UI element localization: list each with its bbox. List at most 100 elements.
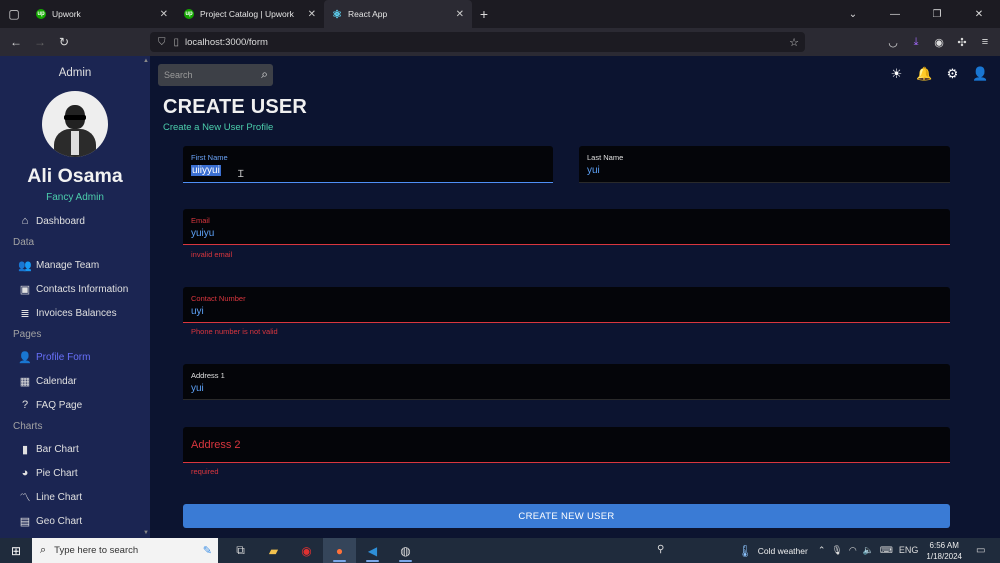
address1-value[interactable]: yui (191, 383, 204, 394)
keyboard-icon[interactable]: ⌨ (880, 545, 893, 556)
download-icon[interactable]: ⤓ (909, 36, 923, 49)
scroll-down-icon[interactable]: ▼ (143, 530, 149, 536)
notification-center-icon[interactable]: ▭ (976, 545, 994, 556)
sidebar-item-invoices-balances[interactable]: ≣ Invoices Balances (0, 301, 150, 325)
text-cursor-icon: Ɪ (238, 169, 244, 180)
new-tab-icon[interactable]: + (472, 6, 496, 22)
email-field[interactable]: Email yuiyu (183, 209, 950, 245)
taskbar-search-placeholder[interactable]: Type here to search (54, 545, 138, 556)
last-name-field[interactable]: Last Name yui (579, 146, 950, 183)
sidebar-item-label: Geo Chart (36, 515, 83, 527)
upwork-favicon-icon: up (184, 9, 194, 19)
sidebar-item-manage-team[interactable]: 👥 Manage Team (0, 253, 150, 277)
vscode-icon[interactable]: ◀ (356, 538, 389, 563)
sidebar-section-label: Pages (13, 329, 42, 340)
weather-widget[interactable]: 🌡 Cold weather (738, 544, 808, 558)
receipt-icon: ≣ (20, 307, 30, 320)
address2-label: Address 2 (191, 439, 241, 451)
line-chart-icon: 〽 (19, 492, 31, 504)
first-name-label: First Name (191, 153, 228, 162)
close-window-icon[interactable]: ✕ (958, 9, 1000, 20)
scroll-up-icon[interactable]: ▲ (143, 58, 149, 64)
search-icon[interactable]: ⌕ (261, 67, 268, 82)
thermometer-icon: 🌡 (737, 543, 753, 558)
email-value[interactable]: yuiyu (191, 228, 214, 239)
bookmark-star-icon[interactable]: ☆ (789, 36, 799, 49)
url-text[interactable]: localhost:3000/form (185, 37, 268, 48)
clock[interactable]: 6:56 AM 1/18/2024 (926, 540, 962, 562)
back-icon[interactable]: ← (4, 35, 28, 49)
sidebar-item-label: Dashboard (36, 215, 85, 227)
account-icon[interactable]: ◉ (932, 36, 946, 49)
extensions-icon[interactable]: ✣ (955, 36, 969, 49)
sidebar-item-calendar[interactable]: ▦ Calendar (0, 369, 150, 393)
show-hidden-icons-chevron-icon[interactable]: ⌃ (818, 545, 826, 556)
volume-icon[interactable]: 🔈 (863, 545, 874, 556)
sidebar-item-line-chart[interactable]: 〽 Line Chart (0, 485, 150, 509)
browser-tab-react-app[interactable]: ⚛ React App ✕ (324, 0, 472, 28)
browser-tab-project-catalog[interactable]: up Project Catalog | Upwork ✕ (176, 0, 324, 28)
sidebar-item-label: Calendar (36, 375, 77, 387)
sidebar-item-geo-chart[interactable]: ▤ Geo Chart (0, 509, 150, 533)
sidebar-admin-label: Admin (58, 67, 92, 79)
search-highlight-icon[interactable]: ✎ (203, 544, 212, 557)
windows-taskbar: ⊞ ⌕ Type here to search ✎ ⧉ ▰ ◉ ● ◀ ◍ ⚲ … (0, 538, 1000, 563)
language-indicator[interactable]: ENG (899, 545, 919, 556)
clock-time: 6:56 AM (929, 540, 959, 550)
address-bar[interactable]: ⛉ ▯ localhost:3000/form ☆ (150, 32, 805, 52)
topbar-icons: ☀ 🔔 ⚙ 👤 (889, 66, 989, 81)
search-input[interactable] (164, 70, 254, 80)
sidebar-item-bar-chart[interactable]: ▮ Bar Chart (0, 437, 150, 461)
contact-number-field[interactable]: Contact Number uyi (183, 287, 950, 323)
tab-title: Project Catalog | Upwork (200, 9, 294, 19)
contact-number-value[interactable]: uyi (191, 306, 204, 317)
restore-icon[interactable]: ❐ (916, 9, 958, 20)
pocket-icon[interactable]: ◡ (886, 36, 900, 49)
tab-overflow-chevron-icon[interactable]: ⌄ (832, 9, 874, 20)
sidebar-item-label: Invoices Balances (36, 307, 117, 319)
people-icon[interactable]: ⚲ (657, 544, 664, 555)
profile-person-icon[interactable]: 👤 (972, 66, 988, 81)
firefox-icon[interactable]: ● (323, 538, 356, 563)
shield-icon[interactable]: ⛉ (158, 37, 166, 48)
settings-gear-icon[interactable]: ⚙ (945, 66, 960, 81)
tab-list-icon[interactable]: ▢ (0, 0, 28, 28)
reload-icon[interactable]: ↻ (52, 35, 76, 49)
microphone-icon[interactable]: 🎙 (831, 545, 842, 556)
person-icon: 👤 (18, 351, 32, 364)
sidebar-scrollbar[interactable]: ▲ ▼ (143, 56, 149, 538)
notifications-bell-icon[interactable]: 🔔 (916, 66, 932, 81)
browser-toolbar-icons: ◡ ⤓ ◉ ✣ ≡ (886, 28, 992, 56)
light-mode-sun-icon[interactable]: ☀ (889, 66, 904, 81)
file-explorer-icon[interactable]: ▰ (257, 538, 290, 563)
calendar-icon: ▦ (19, 375, 31, 388)
task-view-icon[interactable]: ⧉ (224, 538, 257, 563)
address1-field[interactable]: Address 1 yui (183, 364, 950, 400)
close-tab-icon[interactable]: ✕ (308, 9, 316, 20)
menu-icon[interactable]: ≡ (978, 36, 992, 48)
create-new-user-button[interactable]: CREATE NEW USER (183, 504, 950, 528)
sidebar-item-contacts-information[interactable]: ▣ Contacts Information (0, 277, 150, 301)
network-icon[interactable]: ◠ (849, 545, 857, 556)
sidebar-item-faq-page[interactable]: ? FAQ Page (0, 393, 150, 417)
address2-field[interactable]: Address 2 (183, 427, 950, 463)
taskbar-search[interactable]: ⌕ Type here to search ✎ (32, 538, 218, 563)
first-name-value[interactable]: uiiyyui (191, 165, 221, 176)
sidebar-item-pie-chart[interactable]: ◕ Pie Chart (0, 461, 150, 485)
first-name-field[interactable]: First Name uiiyyui Ɪ (183, 146, 553, 183)
search-box[interactable]: ⌕ (158, 64, 273, 86)
sidebar-section-label: Data (13, 237, 35, 248)
minimize-icon[interactable]: — (874, 9, 916, 20)
windows-start-icon[interactable]: ⊞ (0, 538, 32, 563)
browser-tab-upwork[interactable]: up Upwork ✕ (28, 0, 176, 28)
close-tab-icon[interactable]: ✕ (160, 9, 168, 20)
app-icon[interactable]: ◍ (389, 538, 422, 563)
sidebar-item-profile-form[interactable]: 👤 Profile Form (0, 345, 150, 369)
sidebar-item-dashboard[interactable]: ⌂ Dashboard (0, 209, 150, 233)
screen-recorder-icon[interactable]: ◉ (290, 538, 323, 563)
close-tab-icon[interactable]: ✕ (456, 9, 464, 20)
help-icon: ? (21, 399, 29, 411)
user-name: Ali Osama (27, 165, 123, 187)
last-name-value[interactable]: yui (587, 165, 600, 176)
forward-icon[interactable]: → (28, 35, 52, 49)
